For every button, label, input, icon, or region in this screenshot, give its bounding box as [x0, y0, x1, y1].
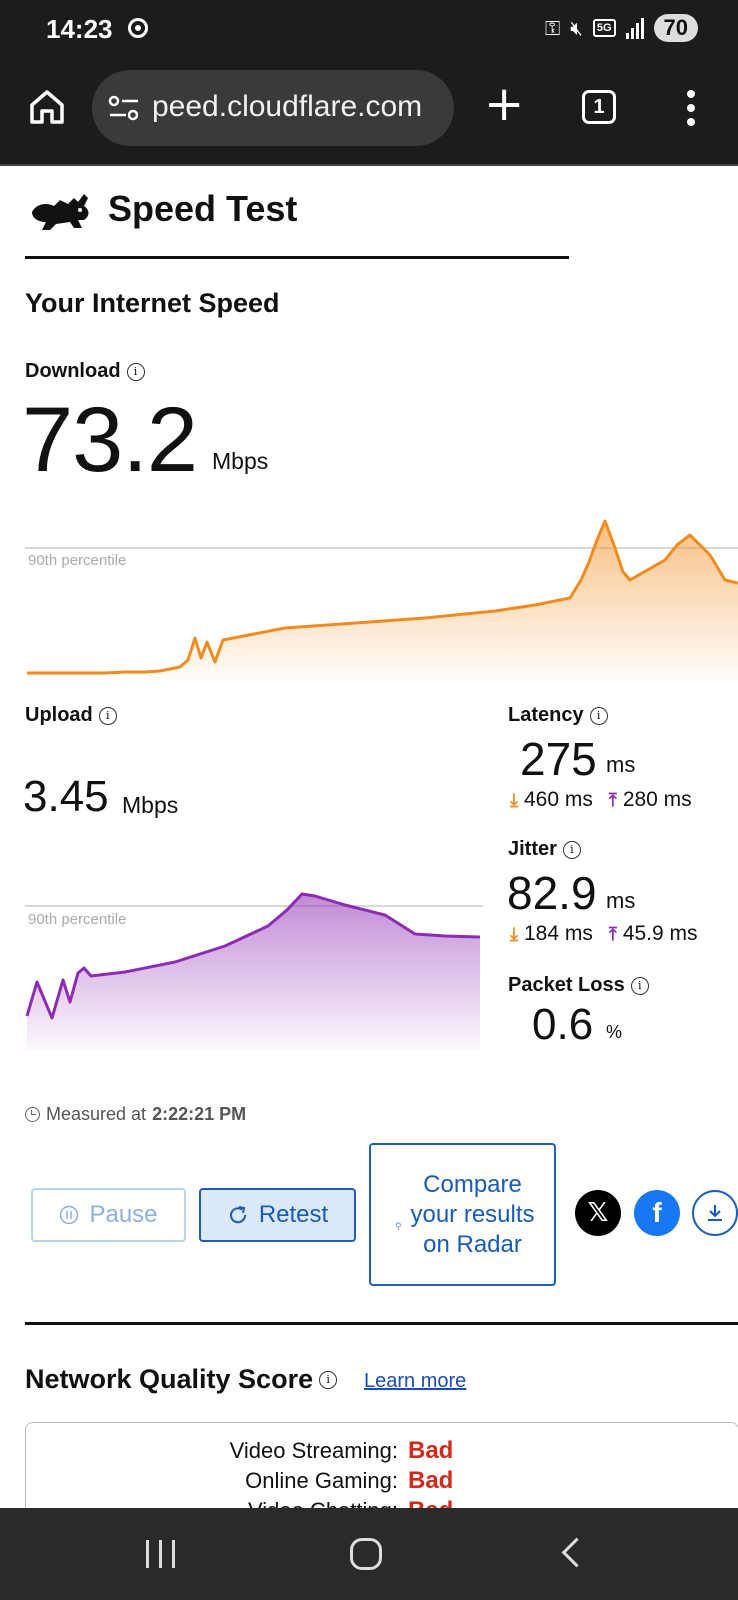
packet-loss-label: Packet Loss — [508, 974, 625, 996]
key-icon: ⚿ — [544, 16, 561, 40]
clock-icon — [25, 1107, 40, 1122]
jitter-label: Jitter — [508, 838, 557, 860]
x-icon: 𝕏 — [587, 1198, 609, 1228]
download-percentile-label: 90th percentile — [28, 552, 126, 569]
rabbit-logo — [32, 194, 89, 230]
measured-prefix: Measured at — [46, 1104, 147, 1124]
nq-label: Video Streaming: — [229, 1438, 398, 1463]
info-icon[interactable]: i — [589, 706, 608, 725]
nq-row-gaming: Online Gaming: Bad — [26, 1467, 453, 1495]
info-icon[interactable]: i — [630, 976, 649, 995]
signal-icon — [625, 17, 644, 39]
jitter-up-value: 45.9 ms — [622, 922, 698, 945]
latency-up-value: 280 ms — [622, 788, 692, 811]
upload-label-row: Upload i — [25, 704, 117, 727]
download-results-button[interactable] — [692, 1190, 738, 1236]
pause-button[interactable]: Pause — [31, 1188, 186, 1242]
network-quality-title-row: Network Quality Score i — [25, 1364, 338, 1395]
latency-value: 275 — [520, 733, 597, 785]
section-divider — [25, 1322, 738, 1325]
back-button[interactable] — [561, 1537, 592, 1568]
jitter-down-value: 184 ms — [523, 922, 593, 945]
page-title: Speed Test — [108, 188, 298, 229]
network-quality-card: Video Streaming: Bad Online Gaming: Bad Vi… — [25, 1422, 738, 1524]
info-icon[interactable]: i — [319, 1370, 338, 1389]
network-type-badge: 5G — [592, 19, 616, 37]
latency-down-value: 460 ms — [523, 788, 593, 811]
radar-icon: ⚲ — [395, 1221, 402, 1231]
upload-label: Upload — [25, 704, 93, 726]
download-value: 73.2 — [22, 389, 198, 491]
packet-loss-unit: % — [606, 1022, 623, 1042]
nq-label: Online Gaming: — [245, 1468, 398, 1493]
upload-chart: 90th percentile — [25, 892, 483, 1050]
retest-label: Retest — [258, 1201, 329, 1228]
download-label: Download — [25, 360, 121, 382]
jitter-value: 82.9 — [507, 867, 597, 919]
home-icon[interactable] — [28, 88, 66, 126]
tune-icon[interactable] — [108, 94, 140, 122]
new-tab-button[interactable]: + — [484, 80, 524, 128]
facebook-icon: f — [652, 1197, 662, 1228]
latency-label: Latency — [508, 704, 584, 726]
share-facebook-button[interactable]: f — [634, 1190, 680, 1236]
info-icon[interactable]: i — [126, 362, 145, 381]
status-bar: 14:23 ⚿ 🔇︎ 5G 70 — [0, 0, 738, 60]
measured-at: Measured at 2:22:21 PM — [25, 1104, 246, 1125]
address-bar[interactable]: peed.cloudflare.com — [92, 70, 454, 146]
upload-arrow-icon: ⤒ — [608, 789, 617, 810]
download-chart: 90th percentile — [25, 519, 738, 680]
header-divider — [25, 256, 569, 259]
nq-value: Bad — [408, 1467, 454, 1494]
home-button[interactable] — [350, 1538, 382, 1570]
recents-button[interactable] — [146, 1540, 175, 1568]
compare-label: Compare your results on Radar — [410, 1170, 535, 1258]
info-icon[interactable]: i — [98, 706, 117, 725]
nq-row-streaming: Video Streaming: Bad — [26, 1437, 454, 1465]
latency-breakdown: ⤓ 460 ms ⤒ 280 ms — [510, 788, 692, 812]
download-label-row: Download i — [25, 360, 145, 383]
jitter-breakdown: ⤓ 184 ms ⤒ 45.9 ms — [510, 922, 698, 946]
network-quality-title: Network Quality Score — [25, 1364, 314, 1394]
status-icons: ⚿ 🔇︎ 5G 70 — [545, 14, 698, 42]
jitter-label-row: Jitter i — [508, 838, 581, 861]
download-arrow-icon: ⤓ — [510, 789, 518, 810]
retest-button[interactable]: Retest — [199, 1188, 356, 1242]
learn-more-link[interactable]: Learn more — [364, 1370, 466, 1393]
upload-arrow-icon: ⤒ — [608, 923, 617, 944]
browser-toolbar: peed.cloudflare.com + 1 — [0, 60, 738, 166]
measured-time: 2:22:21 PM — [152, 1104, 247, 1124]
upload-unit: Mbps — [122, 792, 179, 818]
url-text: peed.cloudflare.com — [152, 90, 423, 123]
pause-icon — [60, 1205, 79, 1225]
upload-value: 3.45 — [23, 772, 109, 821]
compare-radar-button[interactable]: ⚲ Compare your results on Radar — [369, 1143, 556, 1286]
download-area — [27, 521, 738, 680]
settings-status-icon — [128, 18, 148, 38]
plus-icon: + — [484, 76, 525, 132]
share-x-button[interactable]: 𝕏 — [575, 1190, 621, 1236]
nq-value: Bad — [408, 1437, 454, 1464]
status-time: 14:23 — [46, 14, 113, 44]
upload-percentile-label: 90th percentile — [28, 911, 126, 928]
jitter-unit: ms — [606, 888, 636, 913]
latency-label-row: Latency i — [508, 704, 608, 727]
mute-icon: 🔇︎ — [570, 16, 583, 40]
system-nav-bar — [0, 1508, 738, 1600]
download-icon — [708, 1205, 722, 1221]
tabs-button[interactable]: 1 — [582, 90, 616, 124]
download-unit: Mbps — [212, 448, 269, 474]
more-vert-icon[interactable] — [686, 90, 696, 130]
download-arrow-icon: ⤓ — [510, 923, 518, 944]
packet-loss-value: 0.6 — [532, 1000, 594, 1049]
latency-unit: ms — [606, 752, 636, 777]
refresh-icon — [229, 1206, 246, 1224]
battery-indicator: 70 — [653, 14, 698, 42]
packet-loss-label-row: Packet Loss i — [508, 974, 649, 997]
section-title: Your Internet Speed — [25, 288, 280, 318]
info-icon[interactable]: i — [562, 840, 581, 859]
pause-label: Pause — [89, 1201, 158, 1228]
